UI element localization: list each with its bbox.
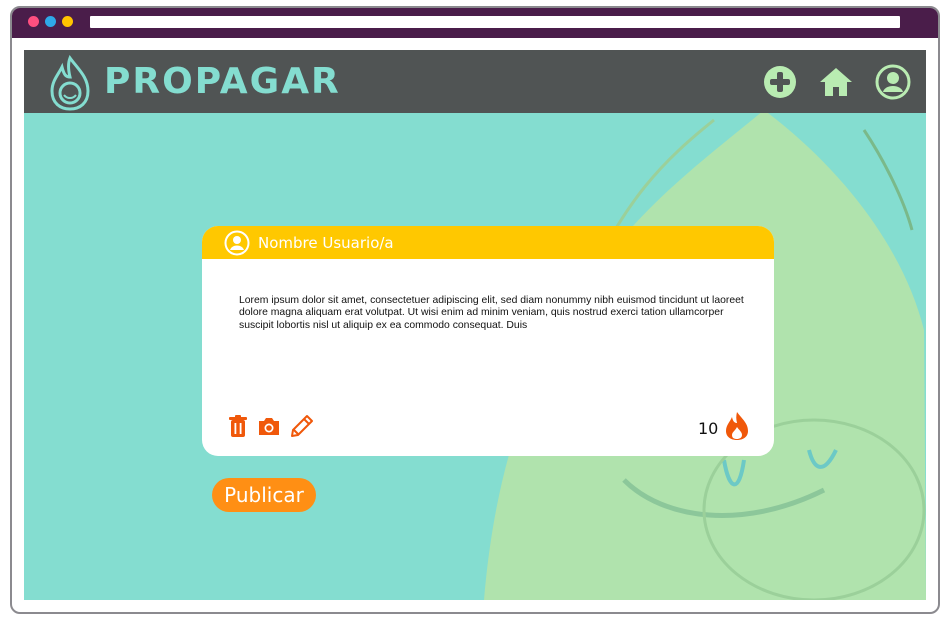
camera-icon[interactable] bbox=[257, 414, 281, 438]
close-window-dot[interactable] bbox=[28, 16, 39, 27]
post-text: Lorem ipsum dolor sit amet, consectetuer… bbox=[239, 295, 744, 331]
page-viewport: PROPAGAR Nombre Usuario/a Lorem ipsum do… bbox=[24, 50, 926, 600]
post-card-header: Nombre Usuario/a bbox=[202, 226, 774, 259]
user-circle-icon[interactable] bbox=[875, 64, 911, 100]
brand-name[interactable]: PROPAGAR bbox=[104, 62, 341, 102]
browser-title-bar bbox=[12, 8, 938, 38]
home-icon[interactable] bbox=[818, 64, 854, 100]
user-avatar-icon bbox=[224, 230, 250, 256]
minimize-window-dot[interactable] bbox=[45, 16, 56, 27]
address-bar[interactable] bbox=[90, 16, 900, 28]
maximize-window-dot[interactable] bbox=[62, 16, 73, 27]
plus-circle-icon[interactable] bbox=[762, 64, 798, 100]
flame-icon[interactable] bbox=[724, 411, 750, 441]
browser-window: PROPAGAR Nombre Usuario/a Lorem ipsum do… bbox=[10, 6, 940, 614]
flame-logo-icon bbox=[50, 55, 90, 111]
post-card: Nombre Usuario/a Lorem ipsum dolor sit a… bbox=[202, 226, 774, 456]
post-username[interactable]: Nombre Usuario/a bbox=[258, 234, 394, 252]
publish-button[interactable]: Publicar bbox=[212, 478, 316, 512]
flame-count: 10 bbox=[698, 419, 719, 438]
trash-icon[interactable] bbox=[226, 414, 250, 438]
pencil-icon[interactable] bbox=[290, 414, 314, 438]
top-navigation-bar: PROPAGAR bbox=[24, 50, 926, 113]
